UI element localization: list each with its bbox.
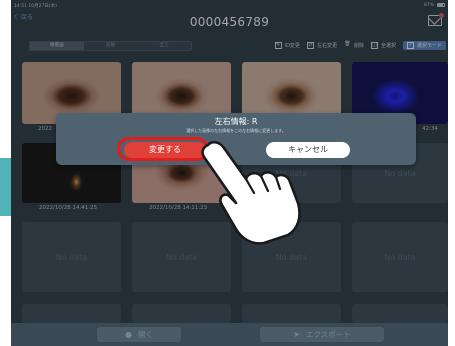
dialog-title: 左右情報: R bbox=[214, 117, 258, 126]
side-accent-tab bbox=[0, 158, 11, 216]
export-label: エクスポート bbox=[305, 330, 351, 339]
open-label: 開く bbox=[137, 330, 153, 339]
export-button[interactable]: ➤ エクスポート bbox=[260, 327, 384, 342]
pointing-hand-icon bbox=[201, 140, 301, 245]
bottom-bar: ● 開く ➤ エクスポート bbox=[11, 323, 448, 346]
app-window: 14:51 10月27日(木) 87% く 戻る 0000456789 眼底画 … bbox=[11, 0, 448, 346]
open-button[interactable]: ● 開く bbox=[97, 327, 181, 342]
play-circle-icon: ● bbox=[125, 330, 132, 339]
dialog-message: 選択した画像の左右情報をこの左右情報に変更します。 bbox=[186, 128, 286, 133]
send-icon: ➤ bbox=[293, 330, 300, 339]
